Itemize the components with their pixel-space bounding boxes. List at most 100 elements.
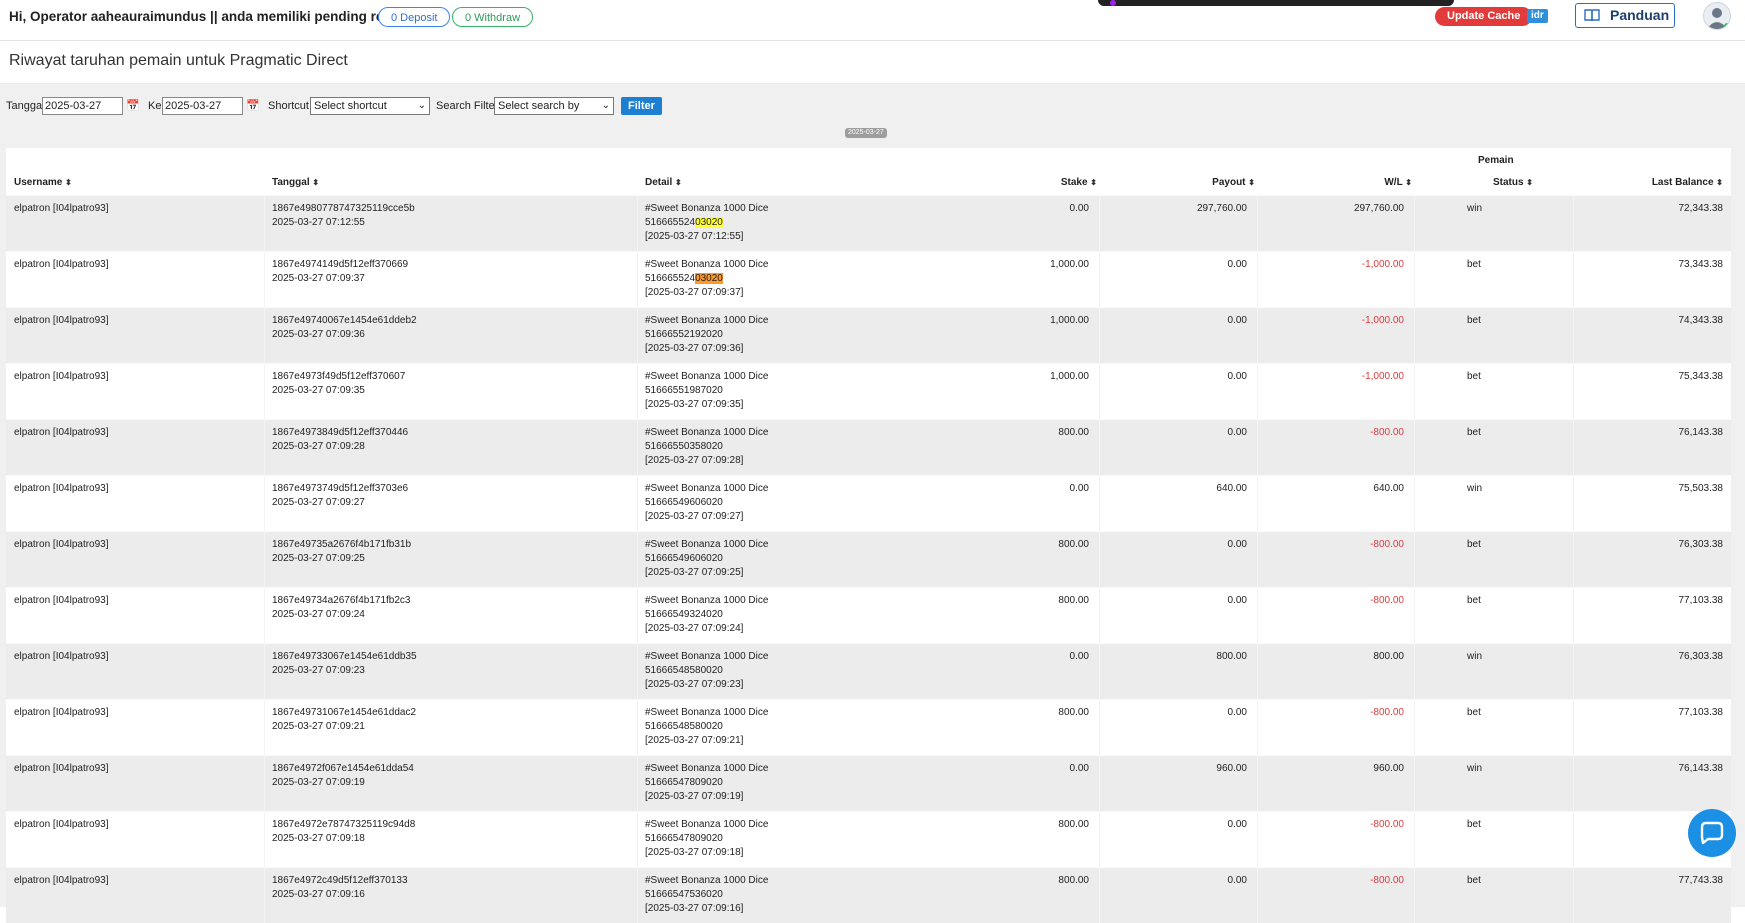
detail-time: [2025-03-27 07:09:23] (645, 679, 744, 690)
table-row[interactable]: elpatron [I04lpatro93] 1867e4972f067e145… (6, 755, 1731, 811)
table-row[interactable]: elpatron [I04lpatro93] 1867e4973849d5f12… (6, 419, 1731, 475)
table-row[interactable]: elpatron [I04lpatro93] 1867e4973749d5f12… (6, 475, 1731, 531)
cell-username: elpatron [I04lpatro93] (14, 763, 109, 774)
cell-stake: 0.00 (1069, 483, 1089, 494)
col-last-balance[interactable]: Last Balance ⬍ (1652, 177, 1723, 188)
search-filter-select[interactable]: Select search by ⌄ (494, 97, 614, 115)
column-divider (637, 644, 638, 699)
transaction-time: 2025-03-27 07:09:18 (272, 833, 365, 844)
col-payout[interactable]: Payout ⬍ (1212, 177, 1255, 188)
cell-detail[interactable]: #Sweet Bonanza 1000 Dice 51666552403020 … (645, 258, 768, 300)
cell-wl: -1,000.00 (1361, 315, 1404, 326)
cell-status: bet (1467, 259, 1481, 270)
transaction-time: 2025-03-27 07:09:27 (272, 497, 365, 508)
cell-wl: -800.00 (1370, 819, 1404, 830)
shortcut-select[interactable]: Select shortcut ⌄ (310, 97, 430, 115)
table-row[interactable]: elpatron [I04lpatro93] 1867e4973f49d5f12… (6, 363, 1731, 419)
calendar-icon[interactable]: 📅 (246, 99, 260, 112)
round-id: 51666552192020 (645, 329, 723, 340)
table-row[interactable]: elpatron [I04lpatro93] 1867e4974149d5f12… (6, 251, 1731, 307)
detail-time: [2025-03-27 07:09:37] (645, 287, 744, 298)
table-row[interactable]: elpatron [I04lpatro93] 1867e49731067e145… (6, 699, 1731, 755)
cell-detail[interactable]: #Sweet Bonanza 1000 Dice 51666549606020 … (645, 482, 768, 524)
column-divider (1099, 644, 1100, 699)
table-group-header: Pemain (6, 148, 1731, 171)
cell-detail[interactable]: #Sweet Bonanza 1000 Dice 51666547809020 … (645, 818, 768, 860)
column-divider (1414, 420, 1415, 475)
table-row[interactable]: elpatron [I04lpatro93] 1867e4972e7874732… (6, 811, 1731, 867)
cell-detail[interactable]: #Sweet Bonanza 1000 Dice 51666547536020 … (645, 874, 768, 916)
detail-time: [2025-03-27 07:09:19] (645, 791, 744, 802)
transaction-id: 1867e4973f49d5f12eff370607 (272, 371, 406, 382)
transaction-time: 2025-03-27 07:12:55 (272, 217, 365, 228)
column-divider (1414, 476, 1415, 531)
cell-detail[interactable]: #Sweet Bonanza 1000 Dice 51666549324020 … (645, 594, 768, 636)
cell-status: win (1467, 203, 1483, 214)
column-divider (264, 700, 265, 755)
cell-wl: 800.00 (1373, 651, 1404, 662)
game-name: #Sweet Bonanza 1000 Dice (645, 259, 769, 270)
cell-tanggal: 1867e4973849d5f12eff370446 2025-03-27 07… (272, 426, 408, 454)
cell-detail[interactable]: #Sweet Bonanza 1000 Dice 51666552403020 … (645, 202, 768, 244)
column-divider (1414, 308, 1415, 363)
cell-tanggal: 1867e49734a2676f4b171fb2c3 2025-03-27 07… (272, 594, 410, 622)
calendar-icon[interactable]: 📅 (126, 99, 140, 112)
table-row[interactable]: elpatron [I04lpatro93] 1867e4972c49d5f12… (6, 867, 1731, 923)
transaction-time: 2025-03-27 07:09:36 (272, 329, 365, 340)
filter-button[interactable]: Filter (621, 97, 662, 115)
column-divider (637, 420, 638, 475)
col-status[interactable]: Status ⬍ (1493, 177, 1533, 188)
column-divider (1573, 868, 1574, 923)
pending-deposit-button[interactable]: 0 Deposit (378, 7, 451, 27)
table-row[interactable]: elpatron [I04lpatro93] 1867e49734a2676f4… (6, 587, 1731, 643)
cell-username: elpatron [I04lpatro93] (14, 539, 109, 550)
transaction-id: 1867e4974149d5f12eff370669 (272, 259, 409, 270)
column-divider (1257, 700, 1258, 755)
user-avatar-icon[interactable] (1703, 2, 1731, 30)
cell-username: elpatron [I04lpatro93] (14, 819, 109, 830)
col-username[interactable]: Username ⬍ (14, 177, 72, 188)
cell-last-balance: 76,143.38 (1678, 427, 1724, 438)
chat-button[interactable] (1688, 809, 1736, 857)
column-divider (264, 308, 265, 363)
cell-detail[interactable]: #Sweet Bonanza 1000 Dice 51666547809020 … (645, 762, 768, 804)
cell-detail[interactable]: #Sweet Bonanza 1000 Dice 51666550358020 … (645, 426, 768, 468)
cell-detail[interactable]: #Sweet Bonanza 1000 Dice 51666552192020 … (645, 314, 768, 356)
column-divider (637, 532, 638, 587)
column-divider (264, 588, 265, 643)
pending-withdraw-button[interactable]: 0 Withdraw (452, 7, 534, 27)
to-date-input[interactable]: 2025-03-27 (162, 97, 243, 115)
cell-status: bet (1467, 539, 1481, 550)
column-divider (1414, 364, 1415, 419)
game-name: #Sweet Bonanza 1000 Dice (645, 203, 769, 214)
cell-last-balance: 75,503.38 (1678, 483, 1724, 494)
col-tanggal[interactable]: Tanggal ⬍ (272, 177, 319, 188)
table-row[interactable]: elpatron [I04lpatro93] 1867e498077874732… (6, 195, 1731, 251)
table-row[interactable]: elpatron [I04lpatro93] 1867e49740067e145… (6, 307, 1731, 363)
cell-payout: 0.00 (1227, 427, 1247, 438)
cell-detail[interactable]: #Sweet Bonanza 1000 Dice 51666549606020 … (645, 538, 768, 580)
update-cache-button[interactable]: Update Cache (1435, 7, 1533, 26)
cell-tanggal: 1867e4972e78747325119c94d8 2025-03-27 07… (272, 818, 415, 846)
game-name: #Sweet Bonanza 1000 Dice (645, 763, 769, 774)
cell-detail[interactable]: #Sweet Bonanza 1000 Dice 51666548580020 … (645, 706, 768, 748)
column-divider (1099, 252, 1100, 307)
cell-status: bet (1467, 427, 1481, 438)
cell-username: elpatron [I04lpatro93] (14, 707, 109, 718)
column-divider (1099, 588, 1100, 643)
table-row[interactable]: elpatron [I04lpatro93] 1867e49735a2676f4… (6, 531, 1731, 587)
cell-detail[interactable]: #Sweet Bonanza 1000 Dice 51666551987020 … (645, 370, 768, 412)
col-stake[interactable]: Stake ⬍ (1061, 177, 1097, 188)
from-date-input[interactable]: 2025-03-27 (42, 97, 123, 115)
cell-payout: 0.00 (1227, 819, 1247, 830)
column-divider (1099, 364, 1100, 419)
table-row[interactable]: elpatron [I04lpatro93] 1867e49733067e145… (6, 643, 1731, 699)
sort-icon: ⬍ (65, 178, 72, 187)
cell-detail[interactable]: #Sweet Bonanza 1000 Dice 51666548580020 … (645, 650, 768, 692)
col-wl[interactable]: W/L ⬍ (1384, 177, 1412, 188)
column-divider (1099, 532, 1100, 587)
panduan-button[interactable]: Panduan (1575, 3, 1675, 28)
column-divider (1573, 196, 1574, 251)
col-detail[interactable]: Detail ⬍ (645, 177, 682, 188)
cell-last-balance: 73,343.38 (1678, 259, 1724, 270)
